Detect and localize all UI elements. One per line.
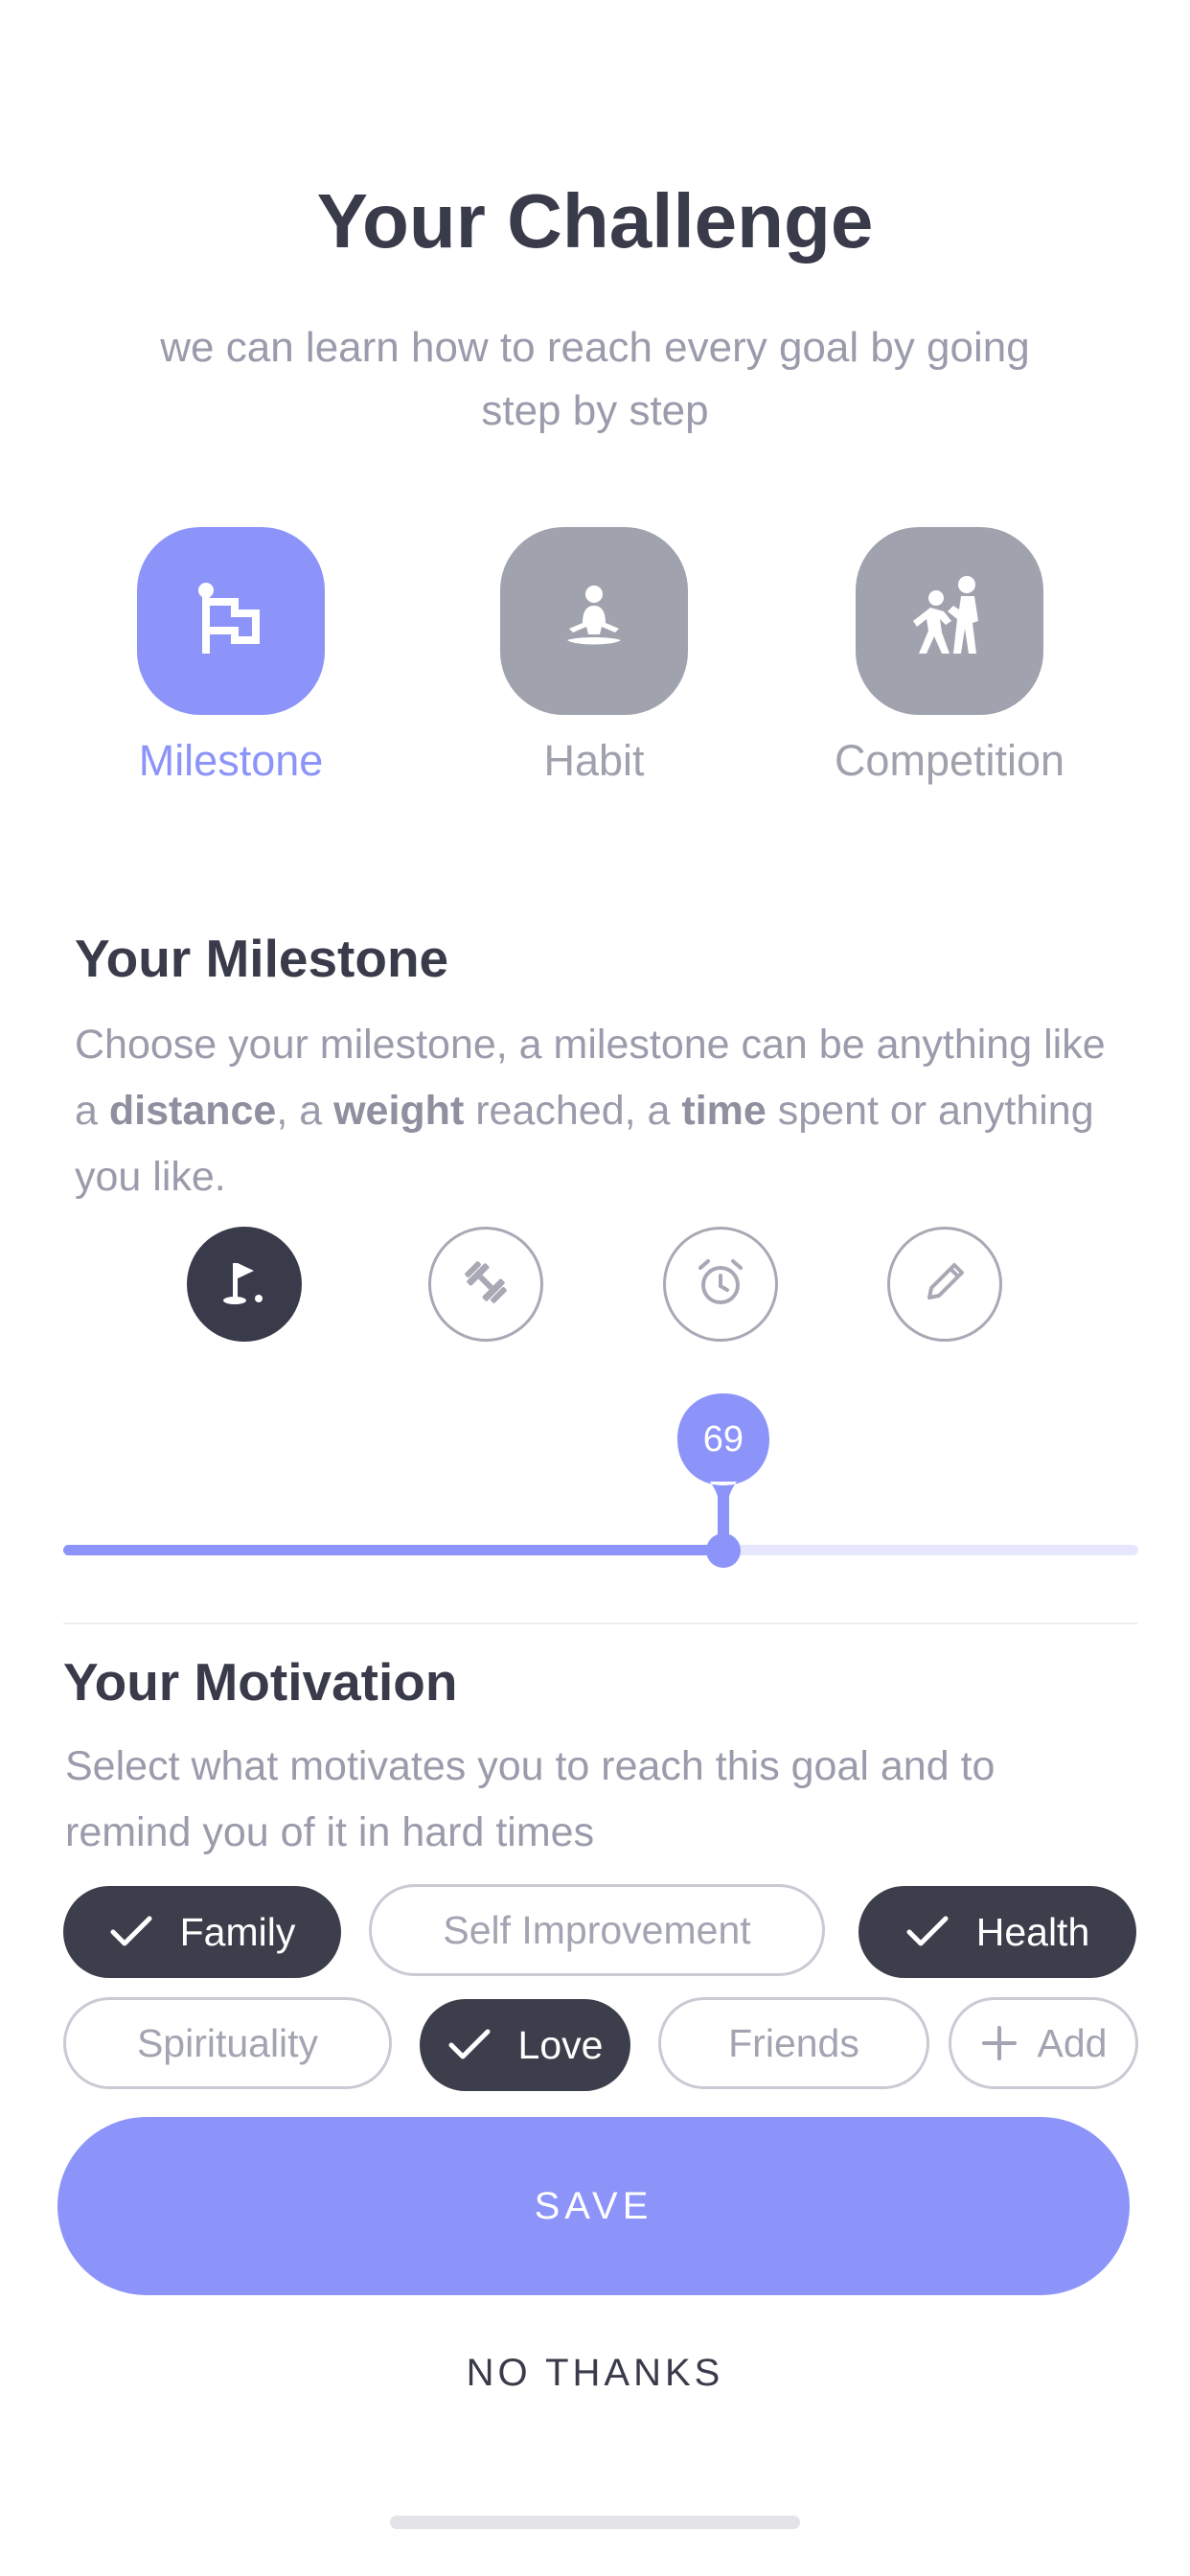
chip-friends[interactable]: Friends [658,1997,929,2089]
save-button[interactable]: SAVE [57,2117,1130,2295]
alarm-clock-icon [692,1254,749,1316]
chip-label: Friends [728,2020,859,2065]
milestone-title: Your Milestone [75,929,449,988]
milestone-kind-time[interactable] [663,1227,778,1342]
slider-thumb[interactable]: 69 [676,1393,769,1570]
slider-fill [63,1545,723,1555]
competition-icon [904,573,995,670]
home-indicator [390,2516,800,2529]
milestone-kind-weight[interactable] [428,1227,543,1342]
chip-label: Family [179,1909,296,1954]
motivation-description: Select what motivates you to reach this … [65,1743,995,1855]
add-motivation-button[interactable]: Add [949,1997,1138,2089]
page-subtitle: we can learn how to reach every goal by … [160,324,1030,434]
check-icon [905,1915,950,1949]
golf-flag-icon [216,1254,273,1316]
challenge-type-milestone[interactable] [137,527,325,715]
check-icon [447,2028,492,2062]
flag-icon [193,581,269,662]
chip-family[interactable]: Family [63,1886,341,1978]
chip-label: Health [975,1909,1090,1954]
chip-label: Add [1037,2020,1108,2065]
chip-self-improvement[interactable]: Self Improvement [369,1884,825,1976]
challenge-type-competition[interactable] [856,527,1043,715]
page-title: Your Challenge [316,178,874,264]
chip-health[interactable]: Health [858,1886,1136,1978]
dumbbell-icon [457,1254,515,1316]
challenge-type-milestone-label[interactable]: Milestone [58,736,403,786]
check-icon [109,1915,153,1949]
milestone-kind-distance[interactable] [187,1227,302,1342]
slider-value: 69 [702,1419,744,1460]
challenge-type-habit[interactable] [500,527,688,715]
chip-spirituality[interactable]: Spirituality [63,1997,392,2089]
plus-icon [980,2024,1018,2062]
milestone-kind-custom[interactable] [887,1227,1002,1342]
milestone-description: Choose your milestone, a milestone can b… [75,1022,1106,1200]
chip-love[interactable]: Love [420,1999,630,2091]
chip-label: Love [517,2022,604,2067]
section-divider [63,1622,1138,1624]
chip-label: Self Improvement [443,1907,751,1952]
chip-label: Spirituality [136,2020,319,2065]
motivation-title: Your Motivation [63,1652,458,1712]
meditation-icon [556,581,632,662]
pencil-icon [916,1254,973,1316]
challenge-type-habit-label[interactable]: Habit [422,736,767,786]
challenge-type-competition-label[interactable]: Competition [777,736,1122,786]
milestone-slider[interactable] [63,1533,1138,1610]
no-thanks-button[interactable]: NO THANKS [0,2352,1190,2395]
